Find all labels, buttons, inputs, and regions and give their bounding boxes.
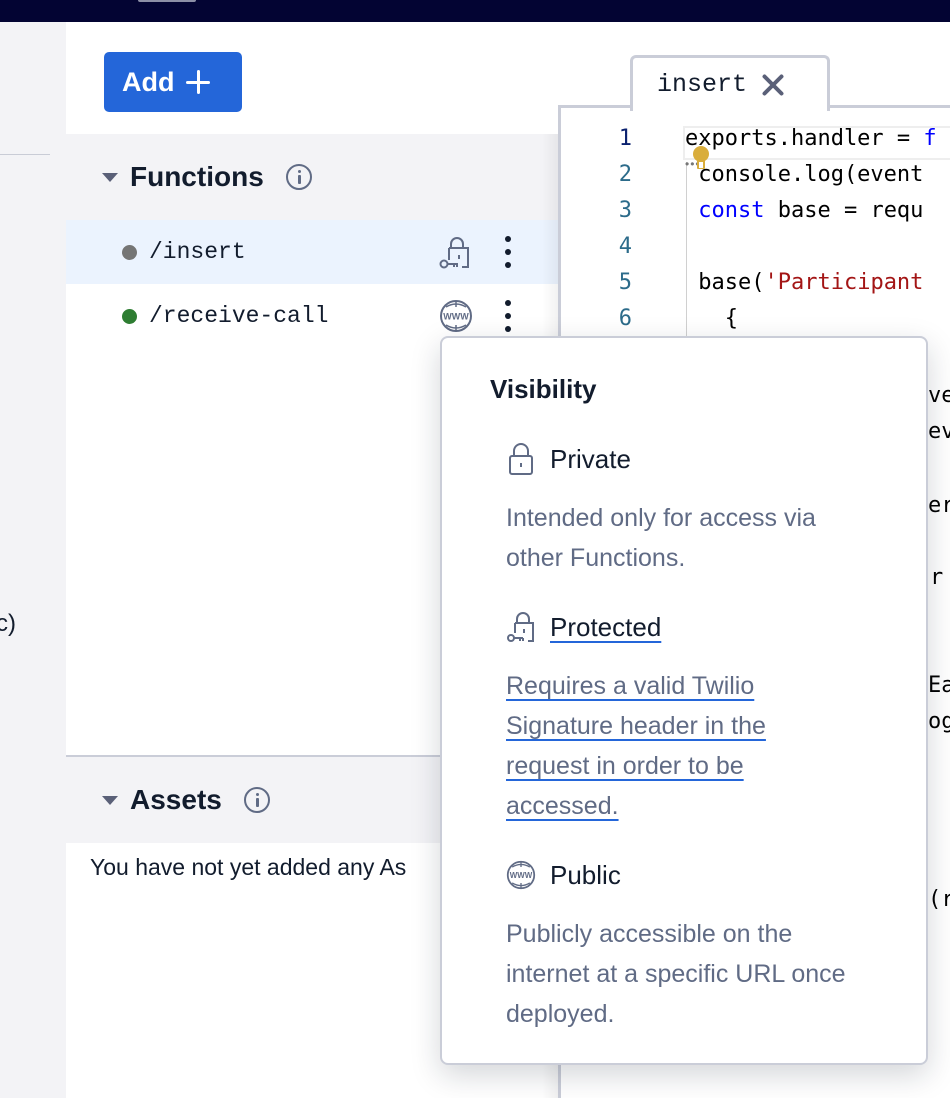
info-icon[interactable] [285, 164, 312, 190]
svg-text:WWW: WWW [443, 312, 469, 322]
status-dot [122, 308, 137, 324]
code-fragment: Ea [928, 673, 950, 698]
add-button-label: Add [122, 66, 175, 97]
lock-key-icon[interactable] [438, 234, 474, 270]
functions-section-header[interactable]: Functions [66, 134, 560, 220]
code-fragment: ev [928, 419, 950, 444]
assets-title: Assets [130, 784, 222, 815]
editor-tab-strip: insert [558, 22, 950, 111]
globe-www-icon: WWW [506, 860, 536, 890]
left-rail: c) [0, 22, 66, 1098]
code-line[interactable]: 3 const base = requ [558, 198, 950, 234]
protected-description-link[interactable]: Requires a valid Twilio Signature header… [506, 666, 846, 826]
function-row-insert[interactable]: /insert [66, 220, 560, 284]
tab-label: insert [657, 70, 748, 99]
close-icon[interactable] [761, 73, 785, 97]
add-area: Add [66, 22, 560, 134]
lightbulb-icon[interactable] [692, 146, 710, 172]
line-number: 6 [618, 306, 632, 331]
add-button[interactable]: Add [104, 52, 242, 112]
protected-link[interactable]: Protected [550, 612, 661, 643]
code-fragment: og [928, 709, 950, 734]
line-text: const base = requ [698, 198, 924, 223]
line-text: base('Participant [685, 270, 924, 295]
option-label: Private [550, 443, 631, 474]
left-rail-truncated-text: c) [0, 610, 16, 637]
globe-www-icon[interactable]: WWW [438, 298, 474, 334]
lock-icon [509, 443, 533, 475]
code-fragment: (r [928, 887, 950, 912]
caret-down-icon[interactable] [102, 795, 118, 805]
line-text: console.log(event [685, 162, 924, 187]
function-path: /receive-call [149, 303, 329, 329]
caret-down-icon[interactable] [102, 172, 118, 182]
code-fragment: r [930, 565, 944, 590]
code-fragment: er [928, 493, 950, 518]
svg-text:WWW: WWW [510, 871, 533, 880]
status-dot [122, 244, 137, 260]
function-path: /insert [149, 239, 246, 265]
code-line[interactable]: 4 [558, 234, 950, 270]
plus-icon [186, 70, 211, 94]
line-number: 1 [618, 126, 632, 151]
option-protected[interactable]: Protected [506, 610, 661, 644]
code-line[interactable]: 2 console.log(event [558, 162, 950, 198]
more-options-button[interactable] [500, 234, 516, 270]
functions-title: Functions [130, 161, 264, 192]
option-private: Private [506, 442, 631, 476]
info-icon[interactable] [243, 787, 270, 813]
code-fragment: ve [928, 383, 950, 408]
code-line[interactable]: 5 base('Participant [558, 270, 950, 306]
top-nav-bar [0, 0, 950, 22]
option-label: Public [550, 859, 621, 890]
assets-empty-message: You have not yet added any As [90, 854, 407, 880]
left-rail-divider [0, 154, 50, 155]
code-line[interactable]: 1 exports.handler = f [558, 126, 950, 162]
line-number: 4 [618, 234, 632, 259]
line-number: 3 [618, 198, 632, 223]
lock-key-icon [507, 612, 534, 642]
option-description: Publicly accessible on the internet at a… [506, 920, 846, 1028]
option-description: Intended only for access via other Funct… [506, 504, 816, 572]
line-number: 5 [618, 270, 632, 295]
line-text: { [685, 306, 738, 331]
line-number: 2 [618, 162, 632, 187]
visibility-popover: Visibility Private Intended only for acc… [440, 336, 928, 1065]
editor-tab-insert[interactable]: insert [630, 55, 830, 111]
top-nav-tab-indicator[interactable] [138, 0, 196, 2]
line-text: exports.handler = f [685, 126, 937, 151]
popover-title: Visibility [490, 374, 597, 404]
more-options-button[interactable] [500, 298, 516, 334]
option-public: WWW Public [506, 858, 621, 892]
